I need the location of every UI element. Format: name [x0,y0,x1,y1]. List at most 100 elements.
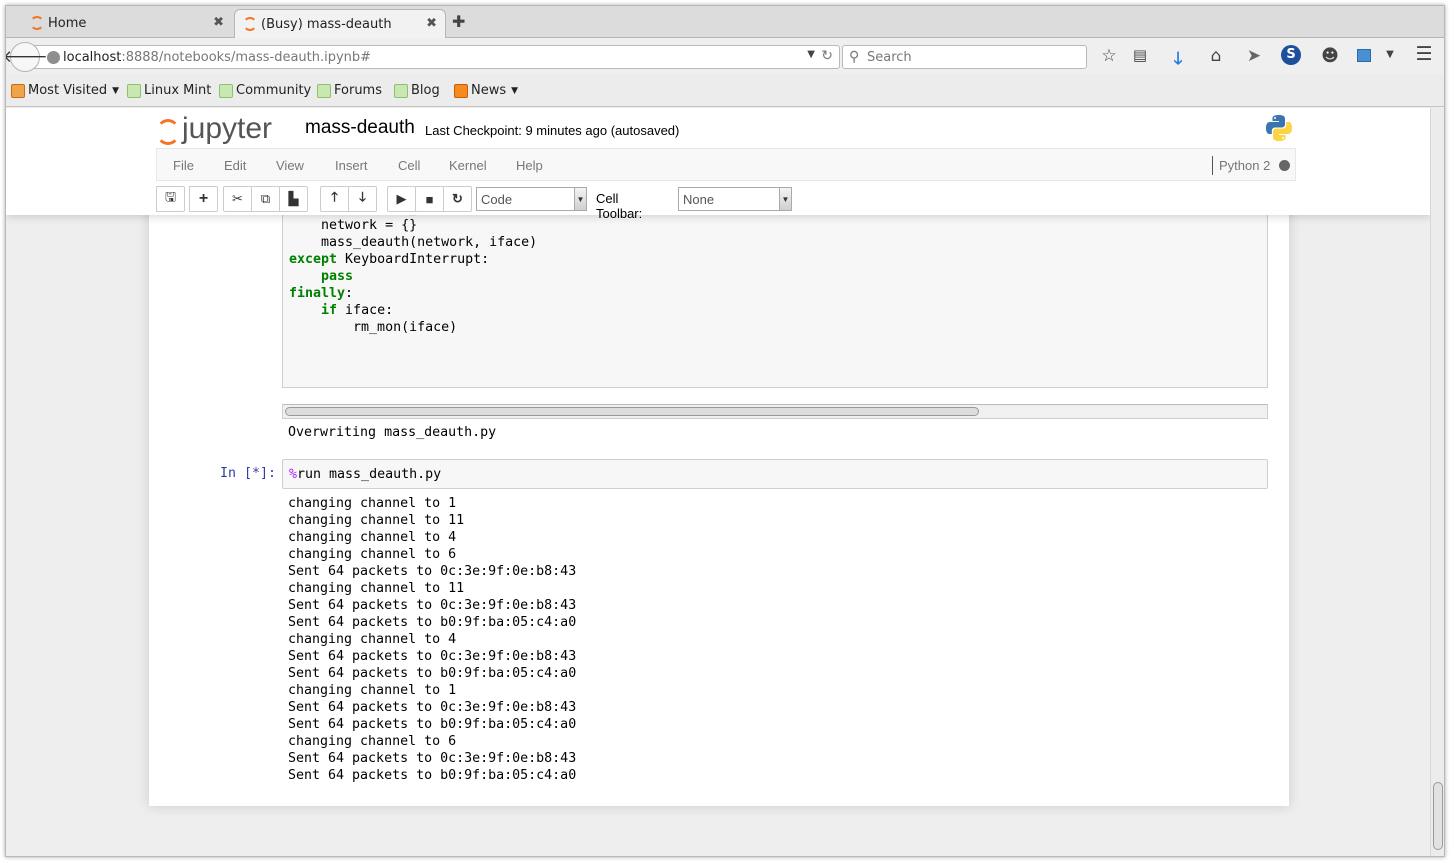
send-icon[interactable]: ➤ [1243,46,1265,66]
tab-title: (Busy) mass-deauth [261,16,392,32]
mint-icon [394,83,408,98]
tab-home[interactable]: Home ✖ [22,9,232,38]
run-button[interactable]: ▶ [387,186,416,212]
jupyter-logo[interactable]: jupyter [156,112,272,146]
bookmark-news[interactable]: News ▼ [454,83,518,98]
restart-icon: ↻ [452,191,463,206]
navigation-bar: localhost:8888/notebooks/mass-deauth.ipy… [6,38,1444,74]
save-button[interactable]: 🖫 [156,186,185,212]
reload-icon[interactable]: ↻ [821,48,833,64]
horizontal-scrollbar[interactable] [282,404,1268,419]
cell-prompt: In [*]: [220,466,277,481]
scissors-icon: ✂ [232,191,243,206]
menu-cell[interactable]: Cell [398,158,420,173]
mint-icon [317,83,331,98]
scrollbar-thumb[interactable] [285,407,979,416]
copy-button[interactable]: ⧉ [251,186,280,212]
bookmark-forums[interactable]: Forums [317,83,382,98]
arrow-up-icon: 🡑 [331,189,338,204]
cut-button[interactable]: ✂ [223,186,252,212]
logo-text: jupyter [182,112,273,145]
cell-toolbar-select[interactable]: None ▼ [678,187,792,211]
code-token: mass_deauth(network, iface) [289,235,538,250]
rss-icon [454,83,468,98]
bookmark-label: Forums [334,83,382,98]
menu-edit[interactable]: Edit [224,158,246,173]
url-bar[interactable]: localhost:8888/notebooks/mass-deauth.ipy… [32,45,840,69]
output-line: Sent 64 packets to 0c:3e:9f:0e:b8:43 [288,564,577,579]
cell-type-select[interactable]: Code ▼ [476,187,587,211]
toolbar-group-clipboard: ✂ ⧉ ▙ [223,186,308,212]
output-line: changing channel to 1 [288,496,457,511]
output-line: Sent 64 packets to 0c:3e:9f:0e:b8:43 [288,649,577,664]
keyword-token: pass [321,269,354,284]
menu-insert[interactable]: Insert [335,158,368,173]
vertical-scrollbar[interactable] [1430,108,1444,856]
play-icon: ▶ [396,191,407,206]
paste-button[interactable]: ▙ [279,186,308,212]
tab-title: Home [48,16,87,31]
menu-file[interactable]: File [173,158,194,173]
close-tab-icon[interactable]: ✖ [426,16,437,31]
globe-icon [47,51,60,64]
bookmark-label: Linux Mint [144,83,212,98]
chevron-down-icon: ▼ [511,85,519,96]
folder-icon [11,83,25,98]
output-line: changing channel to 6 [288,547,457,562]
code-cell-editor[interactable]: %run mass_deauth.py [282,459,1268,489]
downloads-icon[interactable]: 🡓 [1167,46,1189,75]
move-down-button[interactable]: 🡓 [348,186,377,212]
url-host: localhost [63,49,122,65]
search-icon: ⚲ [849,49,860,65]
page-content: iface = Nonetry: iface = get_mon() netwo… [6,108,1430,856]
bookmark-linux-mint[interactable]: Linux Mint [127,83,211,98]
url-history-dropdown-icon[interactable]: ▼ [807,49,815,60]
magic-prefix: % [289,467,298,482]
output-line: Sent 64 packets to b0:9f:ba:05:c4:a0 [288,615,577,630]
menu-icon[interactable]: ☰ [1413,43,1435,65]
kernel-busy-indicator-icon [1279,160,1290,171]
output-line: changing channel to 1 [288,683,457,698]
cell-toolbar-label: Cell Toolbar: [596,191,643,221]
toolbar-group-insert: + [189,186,218,212]
s-extension-icon[interactable]: S [1281,45,1301,65]
url-path: :8888/notebooks/mass-deauth.ipynb# [121,49,372,65]
scrollbar-thumb[interactable] [1433,782,1443,850]
bookmark-most-visited[interactable]: Most Visited ▼ [11,83,119,98]
home-icon[interactable]: ⌂ [1205,46,1227,66]
bookmark-blog[interactable]: Blog [394,83,440,98]
output-line: changing channel to 6 [288,734,457,749]
cell-output: Overwriting mass_deauth.py [288,425,497,440]
arrow-down-icon: 🡓 [359,189,366,204]
code-token: rm_mon(iface) [289,320,458,335]
jupyter-favicon-icon [30,16,44,30]
bookmark-label: Most Visited [28,83,108,98]
menu-kernel[interactable]: Kernel [449,158,487,173]
mint-icon [127,83,141,98]
tab-mass-deauth[interactable]: (Busy) mass-deauth ✖ [234,9,446,38]
interrupt-button[interactable]: ■ [415,186,444,212]
screenshot-icon[interactable] [1357,49,1371,62]
output-line: changing channel to 4 [288,530,457,545]
notebook-name[interactable]: mass-deauth [305,117,415,139]
chat-icon[interactable]: ☻ [1319,46,1341,66]
menu-help[interactable]: Help [516,158,543,173]
screenshot-dropdown-icon[interactable]: ▼ [1379,49,1401,60]
code-line: mass_deauth(network, iface) [289,234,537,251]
move-up-button[interactable]: 🡑 [320,186,349,212]
search-input[interactable]: ⚲ Search [842,45,1087,69]
bookmark-community[interactable]: Community [219,83,311,98]
back-button[interactable]: 🡐 [6,42,48,72]
cell-output: changing channel to 1 changing channel to… [288,495,576,784]
bookmark-star-icon[interactable]: ☆ [1098,46,1120,66]
new-tab-button[interactable]: ✚ [452,12,465,31]
reading-list-icon[interactable]: ▤ [1129,46,1151,64]
menu-view[interactable]: View [276,158,304,173]
tab-strip: Home ✖ (Busy) mass-deauth ✖ ✚ [6,6,1444,38]
insert-cell-button[interactable]: + [189,186,218,212]
keyword-token: except [289,252,338,267]
close-tab-icon[interactable]: ✖ [213,15,224,30]
code-text: %run mass_deauth.py [289,466,441,483]
restart-button[interactable]: ↻ [443,186,472,212]
